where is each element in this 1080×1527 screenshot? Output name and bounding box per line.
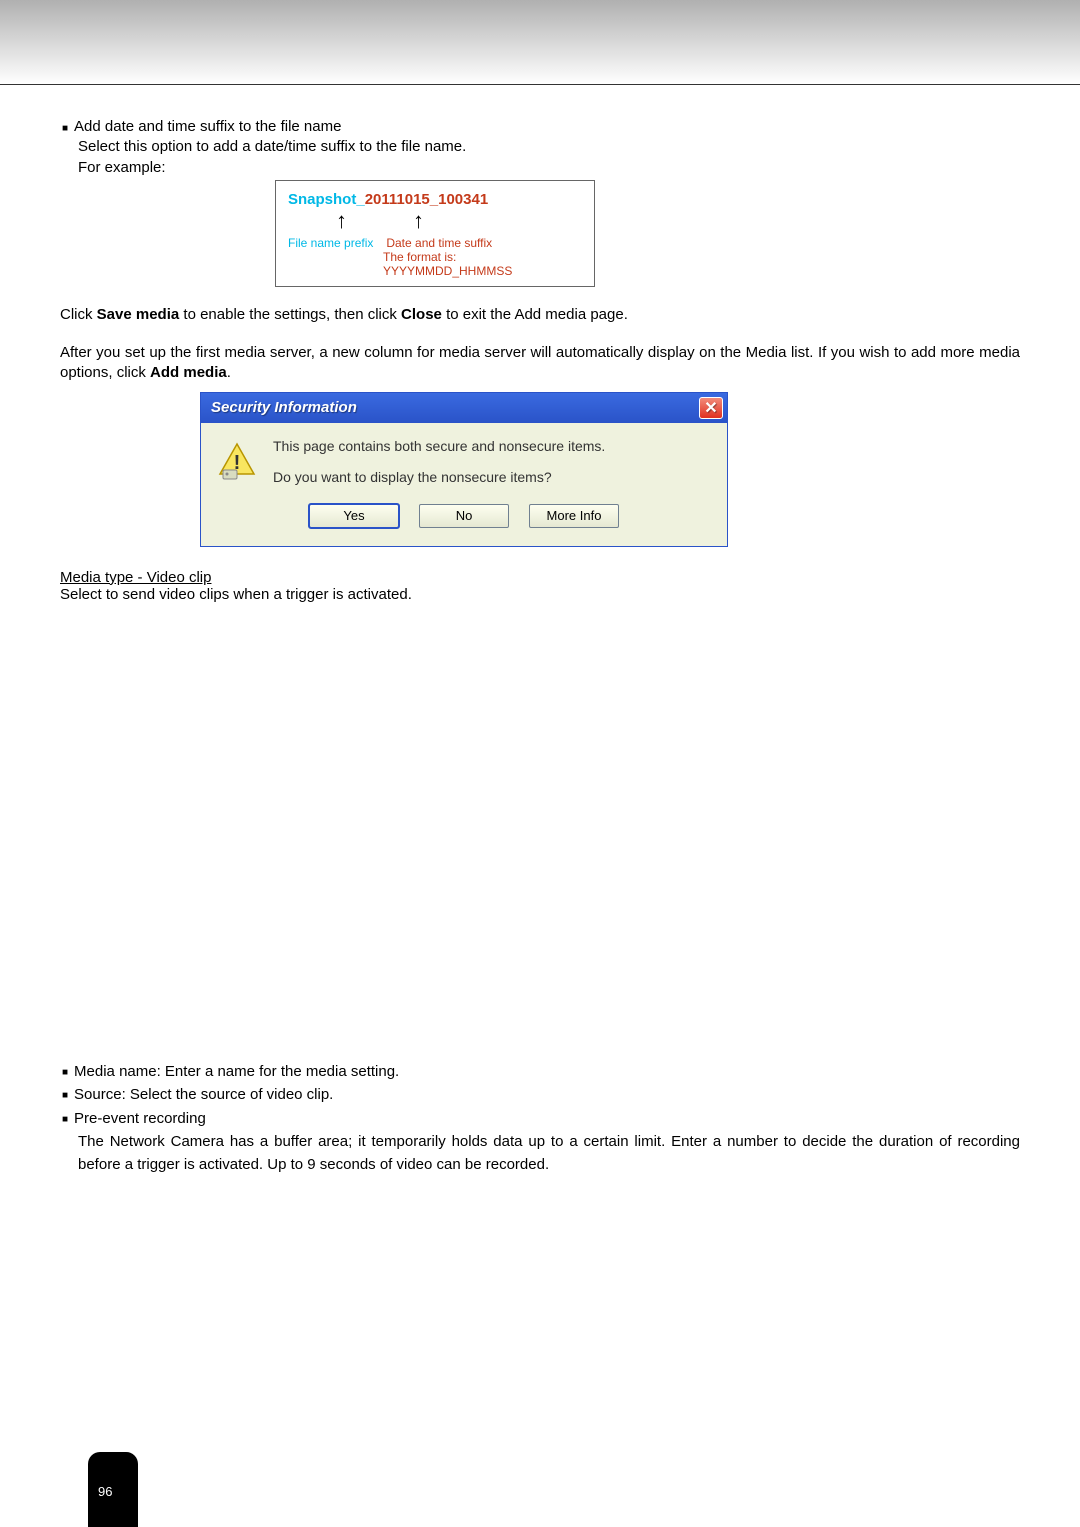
security-dialog: Security Information ✕ ! This page conta… bbox=[200, 392, 728, 547]
dialog-text: This page contains both secure and nonse… bbox=[273, 437, 605, 488]
source-text: Source: Select the source of video clip. bbox=[74, 1083, 333, 1106]
no-button[interactable]: No bbox=[419, 504, 509, 528]
bullet-source: ■ Source: Select the source of video cli… bbox=[60, 1083, 1020, 1106]
bullet-media-name: ■ Media name: Enter a name for the media… bbox=[60, 1060, 1020, 1083]
no-button-label: No bbox=[456, 508, 473, 523]
text: to enable the settings, then click bbox=[179, 306, 401, 323]
yes-button-label: Yes bbox=[343, 508, 364, 523]
video-clip-section: Media type - Video clip Select to send v… bbox=[60, 569, 1020, 603]
label-suffix: Date and time suffix bbox=[386, 236, 492, 250]
more-info-button-label: More Info bbox=[547, 508, 602, 523]
date-suffix-example-label: For example: bbox=[78, 158, 1020, 178]
add-media-label: Add media bbox=[150, 364, 227, 381]
text: to exit the Add media page. bbox=[442, 306, 628, 323]
page-number-tab: 96 bbox=[88, 1452, 138, 1527]
bullet-date-suffix: ■ Add date and time suffix to the file n… bbox=[60, 117, 1020, 137]
text: . bbox=[227, 364, 231, 381]
example-filename: Snapshot_20111015_100341 bbox=[288, 191, 582, 208]
dialog-line2: Do you want to display the nonsecure ite… bbox=[273, 468, 605, 488]
close-icon: ✕ bbox=[704, 398, 717, 418]
text: Click bbox=[60, 306, 97, 323]
arrow-up-icon: ↑ bbox=[336, 208, 347, 234]
para-add-media: After you set up the first media server,… bbox=[60, 343, 1020, 384]
filename-prefix: Snapshot_ bbox=[288, 191, 365, 208]
bullet-icon: ■ bbox=[62, 122, 68, 136]
close-button[interactable]: ✕ bbox=[699, 397, 723, 419]
arrow-up-icon: ↑ bbox=[413, 208, 424, 234]
more-info-button[interactable]: More Info bbox=[529, 504, 619, 528]
dialog-title: Security Information bbox=[211, 399, 357, 416]
dialog-buttons: Yes No More Info bbox=[201, 500, 727, 546]
bottom-bullets: ■ Media name: Enter a name for the media… bbox=[60, 1060, 1020, 1176]
date-suffix-desc: Select this option to add a date/time su… bbox=[78, 137, 1020, 157]
pre-event-text: Pre-event recording bbox=[74, 1107, 206, 1130]
warning-icon: ! bbox=[217, 437, 257, 488]
bullet-icon: ■ bbox=[62, 1088, 68, 1104]
save-media-label: Save media bbox=[97, 306, 180, 323]
video-clip-heading: Media type - Video clip bbox=[60, 569, 1020, 586]
bullet-date-suffix-text: Add date and time suffix to the file nam… bbox=[74, 117, 341, 137]
label-prefix: File name prefix bbox=[288, 236, 383, 250]
dialog-titlebar: Security Information ✕ bbox=[201, 393, 727, 423]
close-label: Close bbox=[401, 306, 442, 323]
bullet-pre-event: ■ Pre-event recording bbox=[60, 1107, 1020, 1130]
video-clip-text: Select to send video clips when a trigge… bbox=[60, 586, 1020, 603]
filename-suffix: 20111015_100341 bbox=[365, 191, 488, 208]
header-gradient bbox=[0, 0, 1080, 85]
example-labels: File name prefix Date and time suffix bbox=[288, 236, 582, 250]
arrow-row: ↑ ↑ bbox=[288, 208, 582, 236]
bullet-icon: ■ bbox=[62, 1112, 68, 1128]
yes-button[interactable]: Yes bbox=[309, 504, 399, 528]
page-number: 96 bbox=[98, 1484, 112, 1499]
filename-example-box: Snapshot_20111015_100341 ↑ ↑ File name p… bbox=[275, 180, 595, 287]
pre-event-desc: The Network Camera has a buffer area; it… bbox=[78, 1130, 1020, 1177]
format-line: The format is: YYYYMMDD_HHMMSS bbox=[383, 250, 582, 278]
para-save-media: Click Save media to enable the settings,… bbox=[60, 305, 1020, 325]
media-name-text: Media name: Enter a name for the media s… bbox=[74, 1060, 399, 1083]
dialog-body: ! This page contains both secure and non… bbox=[201, 423, 727, 500]
bullet-icon: ■ bbox=[62, 1065, 68, 1081]
dialog-line1: This page contains both secure and nonse… bbox=[273, 437, 605, 457]
